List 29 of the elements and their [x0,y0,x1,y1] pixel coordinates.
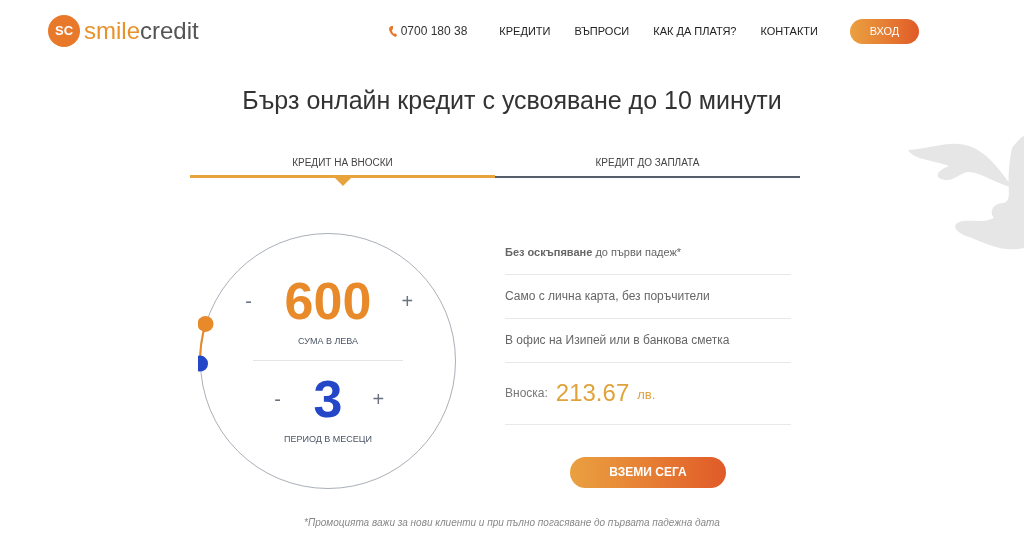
logo-text[interactable]: smilecredit [84,19,199,43]
feature-text: В офис на Изипей или в банкова сметка [505,332,730,349]
slider-caption: СУМА В ЛЕВА [297,334,358,348]
logo-mark: SC [48,15,80,47]
slider-value: 600 [284,274,372,327]
nav-link[interactable]: ВЪПРОСИ [574,22,630,40]
phone-icon [388,25,397,37]
phone-number[interactable]: 0700 180 38 [400,22,468,40]
minus-button[interactable]: - [236,286,261,315]
nav-link[interactable]: КАК ДА ПЛАТЯ? [653,22,737,40]
plus-button[interactable]: + [395,286,420,315]
slider-handle[interactable] [198,315,214,332]
feature-text: Само с лична карта, без поръчители [505,288,710,305]
nav-link[interactable]: КРЕДИТИ [499,22,551,40]
installment-unit: лв. [637,386,656,405]
installment-label: Вноска: [505,385,548,402]
tab[interactable]: КРЕДИТ НА ВНОСКИ [190,149,495,178]
slider-handle[interactable] [198,355,209,372]
page-title: Бърз онлайн кредит с усвояване до 10 минути [241,85,783,116]
feature-text: Без оскъпяване до първи падеж* [505,244,682,260]
minus-button[interactable]: - [265,385,290,413]
footnote: *Промоцията важи за нови клиенти и при пълно погасяване до първата падежна дата [303,516,721,530]
slider-caption: ПЕРИОД В МЕСЕЦИ [284,433,372,446]
installment-amount: 213.67 [555,378,630,408]
nav-link[interactable]: КОНТАКТИ [760,22,818,40]
slider-value: 3 [313,373,343,425]
plus-button[interactable]: + [366,385,391,413]
tab[interactable]: КРЕДИТ ДО ЗАПЛАТА [495,149,800,178]
tab-pointer-icon [332,175,353,186]
